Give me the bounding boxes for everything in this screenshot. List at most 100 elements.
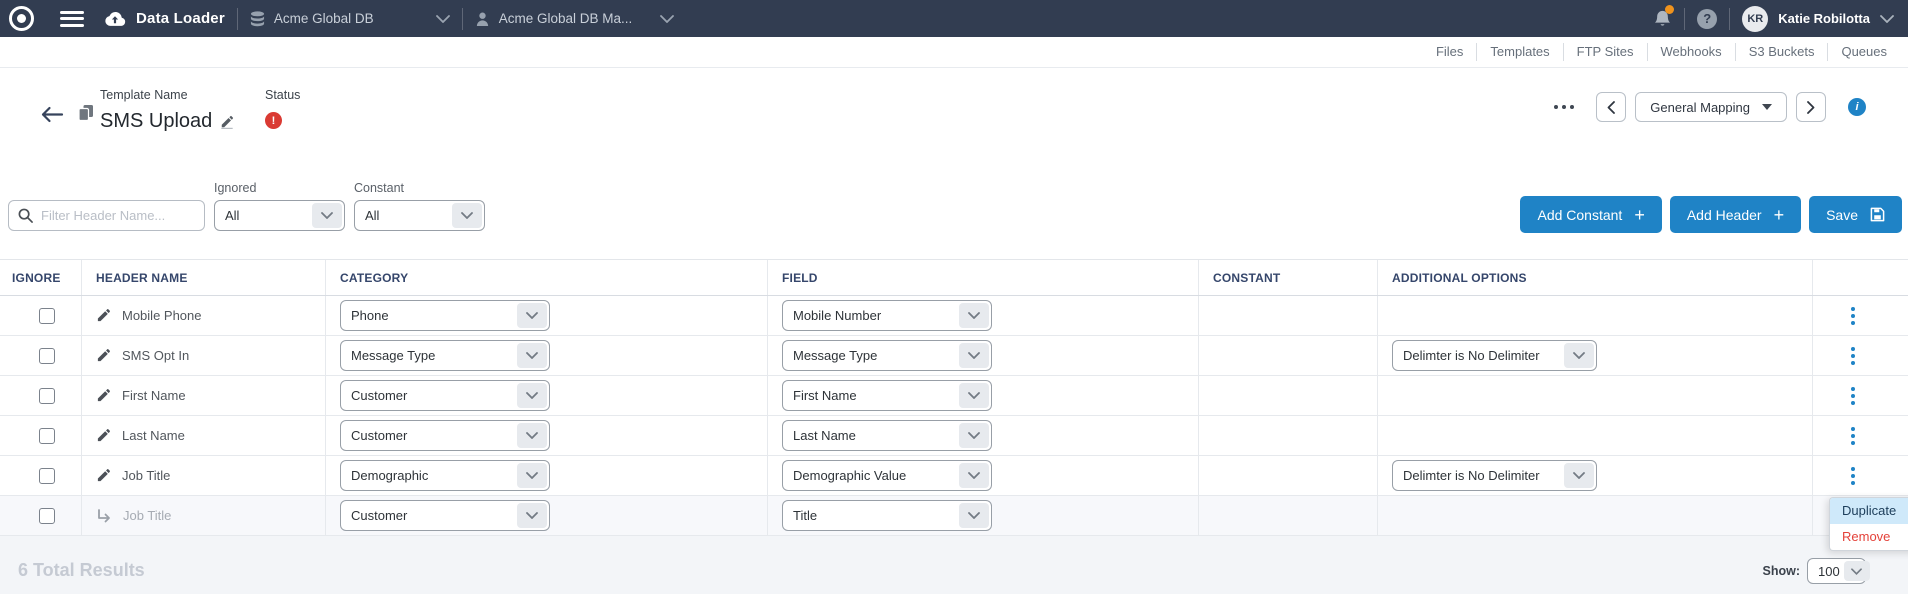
row-menu-kebab-icon[interactable] [1851, 307, 1855, 325]
plus-icon: + [1774, 206, 1785, 224]
edit-pencil-icon[interactable] [96, 348, 111, 363]
chevron-down-icon [959, 343, 989, 368]
database-selector[interactable]: Acme Global DB [250, 0, 450, 37]
nav-link-s3-buckets[interactable]: S3 Buckets [1735, 43, 1828, 61]
field-select[interactable]: Demographic Value [782, 460, 992, 491]
category-select[interactable]: Message Type [340, 340, 550, 371]
edit-template-name-icon[interactable] [220, 115, 234, 129]
nav-link-queues[interactable]: Queues [1827, 43, 1900, 61]
status-group: Status ! [265, 86, 300, 129]
field-select[interactable]: Mobile Number [782, 300, 992, 331]
chevron-down-icon [959, 383, 989, 408]
hamburger-menu-icon[interactable] [60, 11, 84, 27]
action-buttons: Add Constant+ Add Header+ Save [1520, 196, 1902, 233]
chevron-down-icon [959, 423, 989, 448]
chevron-down-icon [517, 383, 547, 408]
ignored-filter-select[interactable]: All [214, 200, 345, 231]
header-name-value: Job Title [123, 508, 171, 523]
show-label: Show: [1763, 564, 1801, 578]
more-options-icon[interactable] [1554, 105, 1574, 109]
nav-link-ftp-sites[interactable]: FTP Sites [1563, 43, 1647, 61]
header-name-value: First Name [122, 388, 186, 403]
field-select[interactable]: Last Name [782, 420, 992, 451]
row-checkbox[interactable] [39, 508, 55, 524]
category-select[interactable]: Demographic [340, 460, 550, 491]
previous-mapping-button[interactable] [1596, 92, 1626, 122]
filter-controls: Ignored All Constant All [8, 181, 485, 231]
row-checkbox[interactable] [39, 348, 55, 364]
data-loader-screen: Data Loader Acme Global DB Acme Global D… [0, 0, 1908, 594]
add-header-button[interactable]: Add Header+ [1670, 196, 1801, 233]
back-arrow-icon[interactable] [40, 106, 64, 123]
additional-options-cell [1378, 296, 1813, 335]
table-row: First Name Customer First Name [0, 376, 1908, 416]
ignored-filter: Ignored All [214, 181, 345, 231]
row-checkbox[interactable] [39, 468, 55, 484]
chevron-down-icon [452, 203, 482, 228]
table-row: Last Name Customer Last Name [0, 416, 1908, 456]
edit-pencil-icon[interactable] [96, 428, 111, 443]
notifications-bell-icon[interactable] [1653, 9, 1672, 29]
constant-filter-select[interactable]: All [354, 200, 485, 231]
edit-pencil-icon[interactable] [96, 308, 111, 323]
table-header-row: IGNORE HEADER NAME CATEGORY FIELD CONSTA… [0, 259, 1908, 296]
nav-link-templates[interactable]: Templates [1476, 43, 1562, 61]
row-menu-kebab-icon[interactable] [1851, 387, 1855, 405]
mapping-view-dropdown[interactable]: General Mapping [1635, 92, 1787, 122]
add-constant-button[interactable]: Add Constant+ [1520, 196, 1661, 233]
table-footer: 6 Total Results Show: 100 [0, 536, 1908, 594]
category-select[interactable]: Customer [340, 500, 550, 531]
constant-cell [1199, 376, 1378, 415]
row-checkbox[interactable] [39, 308, 55, 324]
constant-cell [1199, 416, 1378, 455]
table-row: SMS Opt In Message Type Message Type Del… [0, 336, 1908, 376]
navbar-divider [1729, 8, 1730, 30]
row-menu-kebab-icon[interactable] [1851, 467, 1855, 485]
category-select[interactable]: Customer [340, 380, 550, 411]
user-menu-chevron-icon[interactable] [1880, 15, 1894, 23]
save-disk-icon [1870, 207, 1885, 222]
header-name-value: Last Name [122, 428, 185, 443]
info-icon[interactable]: i [1848, 98, 1866, 116]
secondary-nav: Files Templates FTP Sites Webhooks S3 Bu… [0, 37, 1908, 68]
column-header-field: FIELD [768, 260, 1199, 295]
header-name-value: Mobile Phone [122, 308, 202, 323]
additional-options-select[interactable]: Delimter is No Delimiter [1392, 460, 1597, 491]
context-menu-remove[interactable]: Remove [1830, 524, 1908, 550]
edit-pencil-icon[interactable] [96, 468, 111, 483]
copy-template-icon[interactable] [78, 104, 94, 127]
nav-link-webhooks[interactable]: Webhooks [1647, 43, 1735, 61]
category-select[interactable]: Phone [340, 300, 550, 331]
chevron-down-icon [959, 463, 989, 488]
chevron-down-icon [312, 203, 342, 228]
field-select[interactable]: Title [782, 500, 992, 531]
user-avatar[interactable]: KR [1742, 6, 1768, 32]
column-header-category: CATEGORY [326, 260, 768, 295]
ignored-filter-label: Ignored [214, 181, 345, 195]
nav-link-files[interactable]: Files [1423, 43, 1476, 61]
map-selector[interactable]: Acme Global DB Ma... [475, 0, 675, 37]
status-error-icon: ! [265, 112, 282, 129]
page-size-select[interactable]: 100 [1807, 558, 1866, 584]
row-checkbox[interactable] [39, 428, 55, 444]
next-mapping-button[interactable] [1796, 92, 1826, 122]
context-menu-duplicate[interactable]: Duplicate [1830, 498, 1908, 524]
template-header: Template Name SMS Upload Status ! Genera… [0, 68, 1908, 140]
field-select[interactable]: Message Type [782, 340, 992, 371]
row-menu-kebab-icon[interactable] [1851, 347, 1855, 365]
brand-logo-icon[interactable] [9, 6, 34, 31]
field-select[interactable]: First Name [782, 380, 992, 411]
column-header-header-name: HEADER NAME [82, 260, 326, 295]
constant-cell [1199, 336, 1378, 375]
category-select[interactable]: Customer [340, 420, 550, 451]
chevron-down-icon [959, 503, 989, 528]
row-menu-kebab-icon[interactable] [1851, 427, 1855, 445]
additional-options-cell [1378, 376, 1813, 415]
filter-header-name-input[interactable] [8, 200, 205, 231]
help-icon[interactable]: ? [1697, 9, 1717, 29]
chevron-down-icon [660, 15, 674, 23]
additional-options-select[interactable]: Delimter is No Delimiter [1392, 340, 1597, 371]
row-checkbox[interactable] [39, 388, 55, 404]
edit-pencil-icon[interactable] [96, 388, 111, 403]
save-button[interactable]: Save [1809, 196, 1902, 233]
